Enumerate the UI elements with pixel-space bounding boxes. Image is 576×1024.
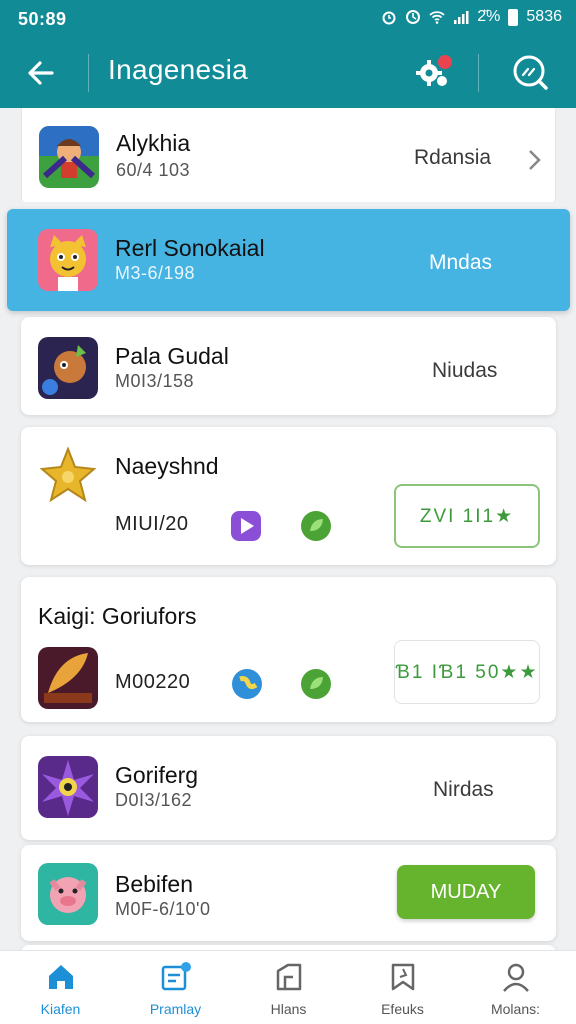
nav-label: Efeuks — [381, 1001, 424, 1017]
app-bar-divider — [88, 54, 89, 92]
nav-item-playlist[interactable]: Pramlay — [118, 951, 233, 1024]
settings-notification-button[interactable] — [410, 48, 458, 96]
item-action-text: Rdansia — [414, 146, 492, 169]
list-item[interactable]: Alykhia 60/4 103 Rdansia — [21, 108, 556, 202]
bottom-navigation: Kiafen Pramlay Hlans Efeuks Molans: — [0, 950, 576, 1024]
list-item[interactable]: Kaigi: Goriufors M00220 Ɓ1 IƁ1 50★★ — [21, 577, 556, 722]
bookmark-icon — [391, 963, 415, 991]
chevron-right-icon — [529, 150, 541, 170]
list-item[interactable]: Pala Gudal M0I3/158 Niudas — [21, 317, 556, 415]
item-name: Rerl Sonokaial — [115, 235, 265, 261]
item-sub: D0I3/162 — [115, 790, 193, 810]
item-name: Kaigi: Goriufors — [38, 603, 197, 629]
item-sub: 60/4 103 — [116, 160, 191, 180]
nav-item-bookmarks[interactable]: Efeuks — [345, 951, 460, 1024]
signal-icon — [454, 11, 469, 24]
item-sub: M0I3/158 — [115, 371, 195, 391]
globe-icon — [232, 669, 262, 699]
app-bar: Inagenesia — [0, 38, 576, 108]
search-icon — [513, 55, 548, 90]
app-icon-alykhia — [39, 126, 99, 188]
battery-icon — [508, 8, 519, 26]
play-icon — [231, 511, 261, 541]
nav-item-home[interactable]: Kiafen — [3, 951, 118, 1024]
app-icon-kaigi — [38, 647, 98, 709]
status-icons: 2̆% 5836 — [381, 8, 562, 26]
nav-item-profile[interactable]: Molans: — [458, 951, 573, 1024]
status-bar: 50:89 2̆% 5836 — [0, 0, 576, 38]
app-icon-goriferg — [38, 756, 98, 818]
alarm-icon — [382, 11, 396, 25]
item-sub: M3-6/198 — [115, 263, 196, 283]
item-name: Pala Gudal — [115, 343, 229, 369]
item-action-text: Mndas — [429, 251, 493, 274]
wifi-icon — [429, 11, 445, 24]
item-sub: MIUI/20 — [115, 513, 189, 535]
nav-item-tablet[interactable]: Hlans — [231, 951, 346, 1024]
item-action-text: Nirdas — [433, 778, 494, 801]
app-icon-pala — [38, 337, 98, 399]
list-item[interactable]: Naeyshnd MIUI/20 ZVI 1I1★ — [21, 427, 556, 565]
item-sub: M0F-6/10'0 — [115, 899, 211, 919]
app-icon-pig — [38, 863, 98, 925]
status-time: 50:89 — [18, 9, 67, 29]
search-button[interactable] — [506, 48, 554, 96]
item-name: Goriferg — [115, 762, 199, 788]
page-title: Inagenesia — [108, 54, 249, 85]
rating-button[interactable]: ZVI 1I1★ — [394, 484, 540, 548]
nav-label: Hlans — [270, 1001, 307, 1017]
back-button[interactable] — [18, 50, 64, 96]
item-sub: M00220 — [115, 671, 191, 693]
nav-label: Molans: — [490, 1001, 541, 1017]
rating-button[interactable]: Ɓ1 IƁ1 50★★ — [394, 640, 540, 704]
playlist-icon — [161, 962, 191, 991]
app-bar-divider-2 — [478, 54, 479, 92]
nav-label: Kiafen — [40, 1001, 81, 1017]
battery-percent: 2̆% — [477, 8, 501, 25]
app-icon-cat — [38, 229, 98, 291]
leaf-icon — [301, 669, 331, 699]
clock-icon — [406, 10, 421, 24]
profile-icon — [503, 963, 529, 992]
list-item[interactable]: Bebifen M0F-6/10'0 MUDAY — [21, 845, 556, 941]
tablet-icon — [276, 963, 302, 991]
install-button[interactable]: MUDAY — [397, 865, 535, 919]
nav-label: Pramlay — [149, 1001, 202, 1017]
item-name: Naeyshnd — [115, 453, 219, 479]
list-item-selected[interactable]: Rerl Sonokaial M3-6/198 Mndas — [7, 209, 570, 311]
list-item[interactable]: Goriferg D0I3/162 Nirdas — [21, 736, 556, 840]
home-icon — [49, 965, 73, 989]
app-icon-star — [38, 445, 98, 507]
status-clock: 5836 — [526, 8, 562, 25]
item-name: Bebifen — [115, 871, 194, 897]
app-list: Alykhia 60/4 103 Rdansia Rerl Sonokaial … — [0, 108, 576, 950]
item-name: Alykhia — [116, 130, 191, 156]
gear-badge-icon — [416, 55, 452, 86]
arrow-left-icon — [28, 61, 54, 85]
leaf-icon — [301, 511, 331, 541]
item-action-text: Niudas — [432, 359, 498, 382]
